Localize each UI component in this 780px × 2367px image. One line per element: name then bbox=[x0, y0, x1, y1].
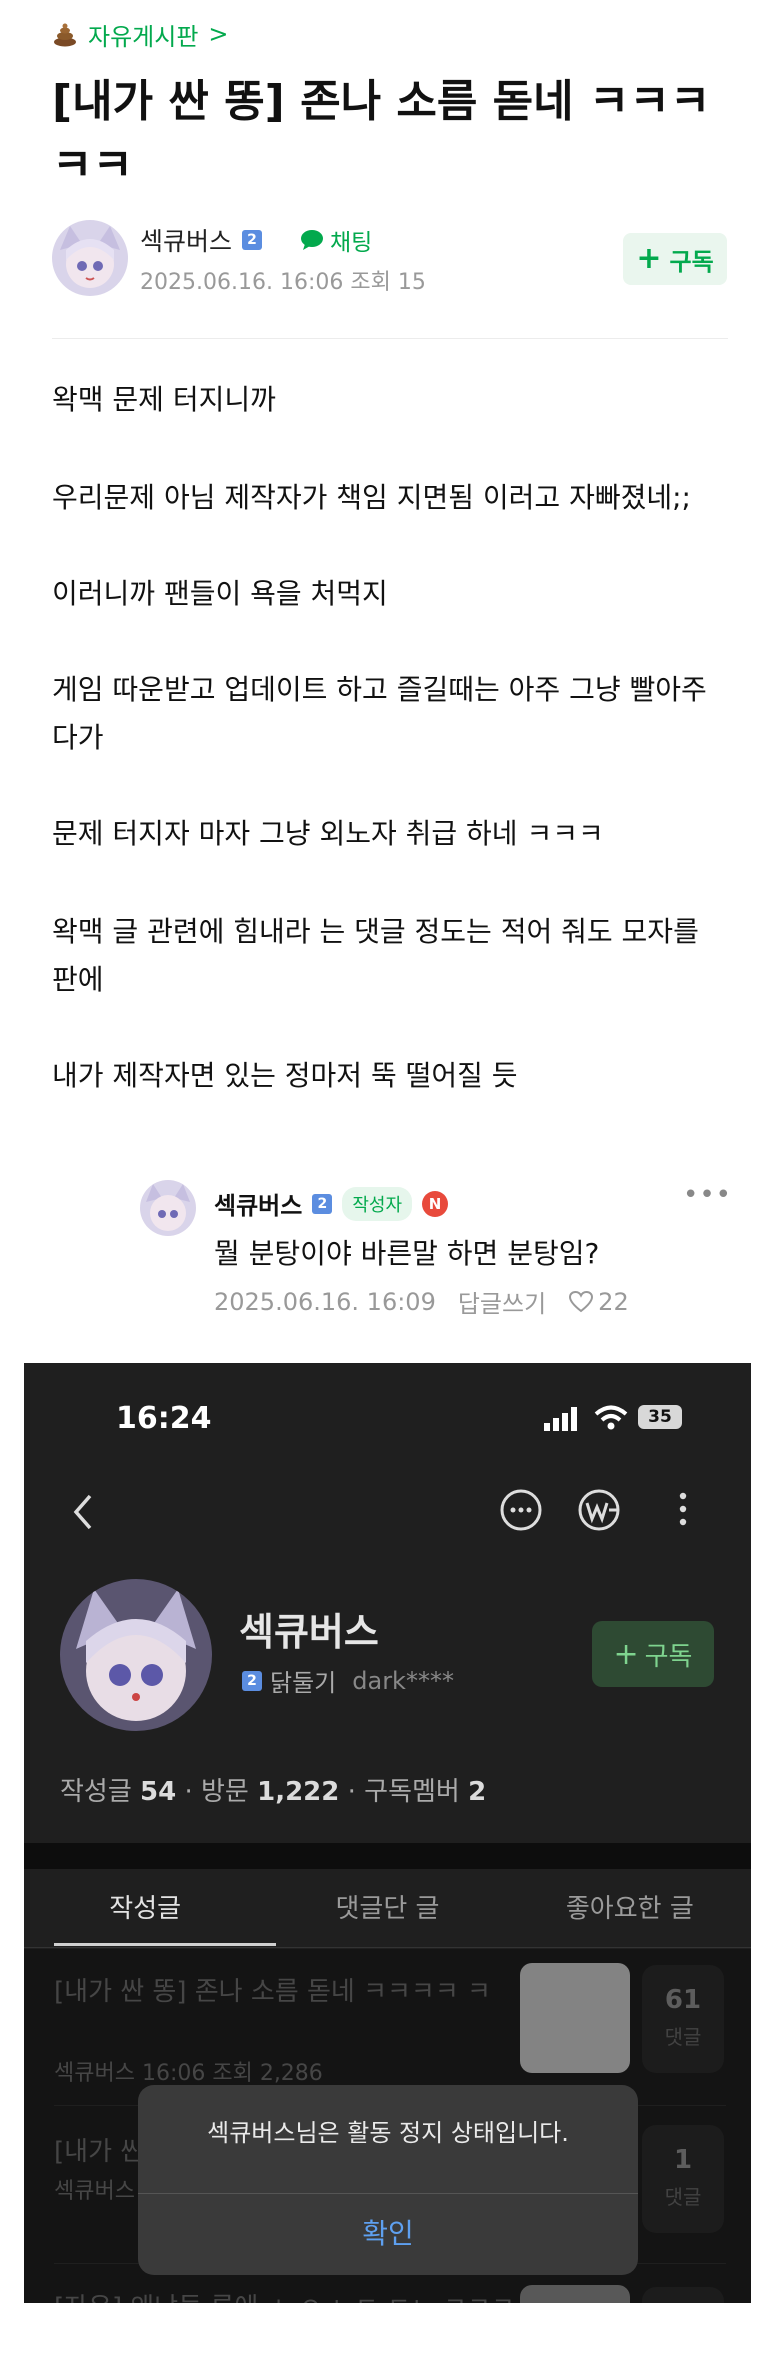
dialog-message: 섹큐버스님은 활동 정지 상태입니다. bbox=[207, 2119, 569, 2147]
profile-subscribe-button[interactable]: + 구독 bbox=[592, 1621, 714, 1687]
heart-icon bbox=[569, 1290, 594, 1312]
subscribe-button[interactable]: + 구독 bbox=[623, 233, 727, 285]
chevron-right-icon: > bbox=[208, 20, 229, 48]
back-arrow-icon[interactable] bbox=[72, 1493, 94, 1531]
comment-meta: 2025.06.16. 16:09 답글쓰기 22 bbox=[214, 1284, 629, 1319]
level-badge: 2 bbox=[312, 1193, 333, 1214]
separator: · bbox=[184, 1777, 202, 1807]
level-badge: 2 bbox=[242, 1670, 262, 1691]
suspension-dialog: 섹큐버스님은 활동 정지 상태입니다. 확인 bbox=[138, 2085, 638, 2275]
post-paragraph: 문제 터지자 마자 그냥 외노자 취급 하네 ㅋㅋㅋ bbox=[52, 817, 604, 850]
plus-icon: + bbox=[636, 241, 662, 276]
stat-value: 54 bbox=[140, 1777, 177, 1807]
divider bbox=[24, 1947, 751, 1948]
comment-text: 뭘 분탕이야 바른말 하면 분탕임? bbox=[214, 1237, 600, 1270]
separator: · bbox=[347, 1777, 365, 1807]
writer-badge: 작성자 bbox=[342, 1186, 413, 1221]
post-paragraph: 내가 제작자면 있는 정마저 뚝 떨어질 듯 bbox=[52, 1059, 518, 1092]
chat-button[interactable]: 채팅 bbox=[300, 223, 372, 257]
post-paragraph: 우리문제 아님 제작자가 책임 지면됨 이러고 자빠졌네;; bbox=[52, 481, 691, 514]
profile-id-row: 2 닭둘기 dark**** bbox=[242, 1663, 454, 1698]
chat-bubble-icon[interactable] bbox=[498, 1487, 544, 1533]
like-count: 22 bbox=[598, 1287, 629, 1316]
board-breadcrumb[interactable]: 자유게시판 > bbox=[52, 14, 229, 54]
active-tab-indicator bbox=[54, 1943, 276, 1946]
comment-author-row: 섹큐버스 2 작성자 N bbox=[214, 1186, 449, 1221]
tab-posts[interactable]: 작성글 bbox=[24, 1871, 266, 1947]
section-divider bbox=[24, 1843, 751, 1869]
stat-value: 2 bbox=[468, 1777, 487, 1807]
poop-icon bbox=[54, 23, 76, 47]
status-time: 16:24 bbox=[116, 1401, 212, 1436]
battery-icon: 35 bbox=[638, 1405, 682, 1429]
profile-tabs: 작성글 댓글단 글 좋아요한 글 bbox=[24, 1871, 751, 1947]
level-badge: 2 bbox=[242, 230, 263, 250]
chat-label: 채팅 bbox=[330, 230, 373, 256]
post-title: [내가 싼 똥] 존나 소름 돋네 ㅋㅋㅋ ㅋㅋ bbox=[52, 76, 711, 191]
profile-screenshot: 16:24 35 섹큐버스 2 닭둘기 dark**** + 구독 작성글 54… bbox=[24, 1363, 751, 2303]
profile-stats: 작성글 54 · 방문 1,222 · 구독멤버 2 bbox=[60, 1771, 486, 1808]
wifi-icon bbox=[594, 1405, 628, 1430]
profile-name: 섹큐버스 bbox=[239, 1610, 379, 1654]
author-row: 섹큐버스 2 채팅 bbox=[140, 222, 372, 258]
reply-button[interactable]: 답글쓰기 bbox=[458, 1284, 546, 1319]
new-badge: N bbox=[422, 1190, 449, 1217]
author-avatar[interactable] bbox=[52, 220, 128, 296]
post-meta: 2025.06.16. 16:06 조회 15 bbox=[140, 270, 426, 295]
post-paragraph: 왁맥 문제 터지니까 bbox=[52, 383, 276, 416]
comment-author[interactable]: 섹큐버스 bbox=[214, 1186, 302, 1221]
like-button[interactable]: 22 bbox=[568, 1288, 629, 1316]
confirm-button[interactable]: 확인 bbox=[138, 2195, 638, 2273]
subscribe-label: 구독 bbox=[644, 1641, 693, 1672]
kebab-menu-icon[interactable] bbox=[678, 1489, 688, 1529]
post-paragraph: 이러니까 팬들이 욕을 처먹지 bbox=[52, 577, 388, 610]
stat-label: 방문 bbox=[201, 1777, 249, 1807]
user-id: dark**** bbox=[352, 1666, 454, 1695]
grade-label: 닭둘기 bbox=[270, 1669, 337, 1697]
chat-bubble-icon bbox=[301, 230, 324, 250]
post-paragraph: 게임 따운받고 업데이트 하고 즐길때는 아주 그냥 빨아주다가 bbox=[52, 673, 707, 754]
donation-icon[interactable] bbox=[576, 1487, 622, 1533]
author-name[interactable]: 섹큐버스 bbox=[140, 222, 232, 258]
subscribe-label: 구독 bbox=[669, 247, 714, 276]
more-options-icon[interactable]: ••• bbox=[683, 1180, 732, 1210]
profile-avatar bbox=[60, 1579, 212, 1731]
divider bbox=[52, 338, 728, 339]
tab-liked[interactable]: 좋아요한 글 bbox=[509, 1871, 751, 1947]
post-paragraph: 왁맥 글 관련에 힘내라 는 댓글 정도는 적어 줘도 모자를 판에 bbox=[52, 915, 699, 996]
tab-commented[interactable]: 댓글단 글 bbox=[266, 1871, 508, 1947]
divider bbox=[138, 2193, 638, 2194]
plus-icon: + bbox=[613, 1636, 639, 1672]
stat-label: 작성글 bbox=[60, 1777, 132, 1807]
comment-date: 2025.06.16. 16:09 bbox=[214, 1287, 436, 1316]
stat-value: 1,222 bbox=[257, 1777, 340, 1807]
signal-icon bbox=[544, 1407, 577, 1431]
comment-avatar[interactable] bbox=[140, 1180, 196, 1236]
board-name: 자유게시판 bbox=[88, 22, 199, 51]
stat-label: 구독멤버 bbox=[364, 1777, 460, 1807]
